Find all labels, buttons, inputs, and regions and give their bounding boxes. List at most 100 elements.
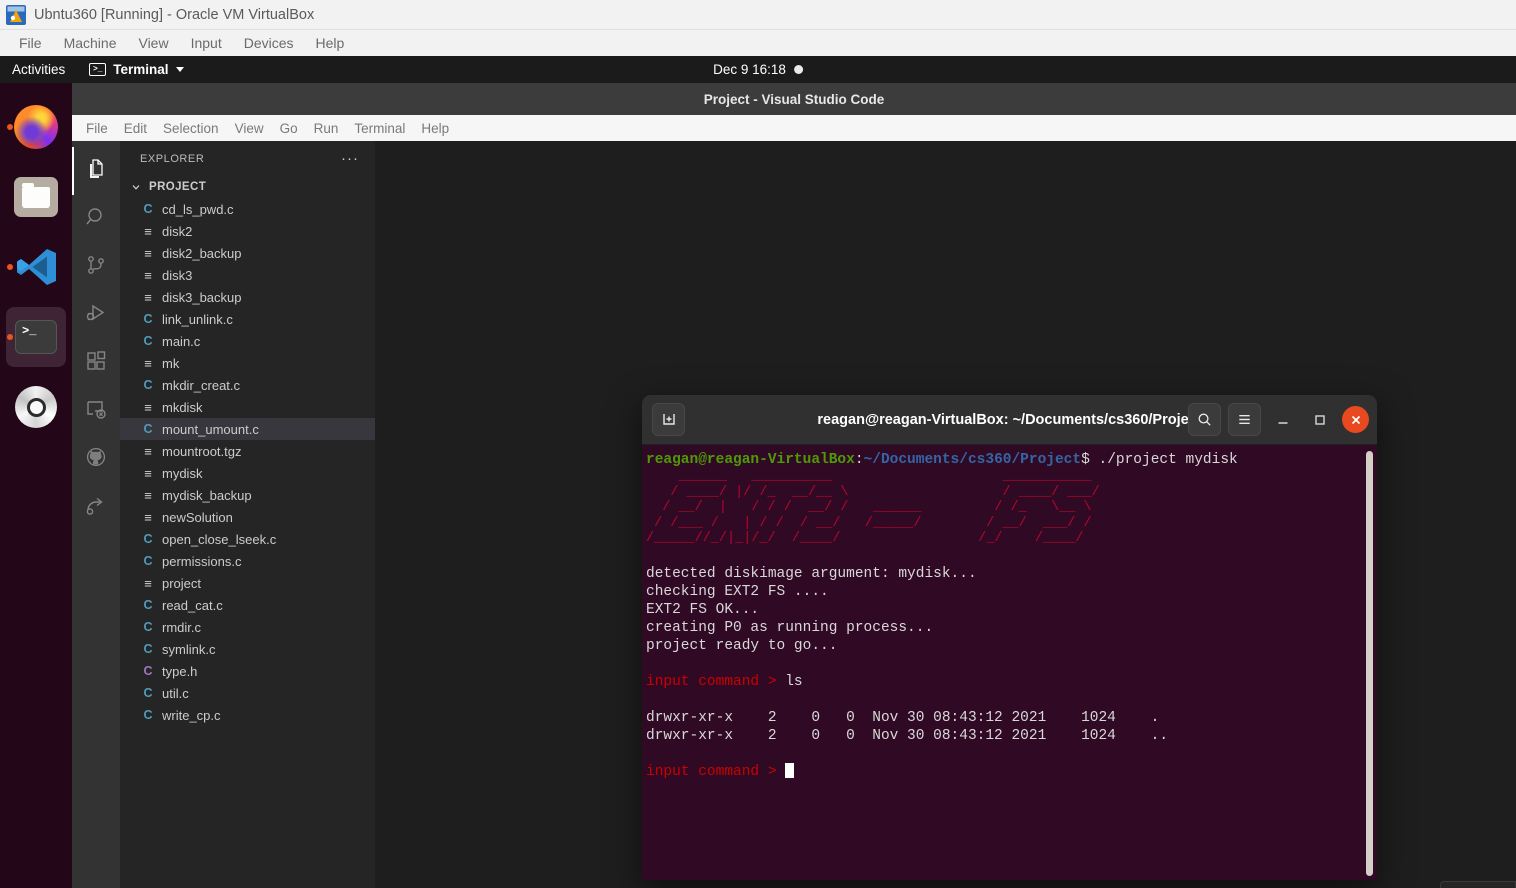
ubuntu-dock: >_ [0,83,72,888]
dock-item-files[interactable] [6,167,66,227]
virtualbox-logo-icon [6,4,26,25]
remote-explorer-icon [84,397,108,426]
explorer-file-item[interactable]: Cmain.c [120,330,375,352]
vscode-sidebar-explorer: EXPLORER ··· PROJECT Ccd_ls_pwd.c ≡ disk2 ≡… [120,141,375,888]
explorer-file-item[interactable]: Ccd_ls_pwd.c [120,198,375,220]
vbox-menu-view[interactable]: View [127,33,179,53]
terminal-search-button[interactable] [1188,403,1221,436]
explorer-file-item[interactable]: Cread_cat.c [120,594,375,616]
explorer-file-item[interactable]: Cmkdir_creat.c [120,374,375,396]
activitybar-item-explorer[interactable] [72,147,120,195]
vscode-menu-edit[interactable]: Edit [116,119,155,138]
vscode-menu-file[interactable]: File [78,119,116,138]
explorer-file-item[interactable]: ≡ mountroot.tgz [120,440,375,462]
terminal-icon: >_ [15,320,57,354]
explorer-file-item[interactable]: Cpermissions.c [120,550,375,572]
explorer-root-folder[interactable]: PROJECT [120,176,375,198]
run-debug-icon [84,301,108,330]
terminal-scrollbar[interactable] [1366,451,1373,876]
github-icon [84,445,108,474]
running-indicator-icon [7,264,13,270]
terminal-icon: >_ [89,63,107,76]
terminal-minimize-button[interactable] [1268,405,1298,435]
explorer-file-item[interactable]: ≡ disk2_backup [120,242,375,264]
explorer-file-label: main.c [162,333,201,349]
vscode-menu-terminal[interactable]: Terminal [346,119,413,138]
vbox-menu-machine[interactable]: Machine [53,33,128,53]
explorer-header: EXPLORER ··· [140,149,359,167]
app-menu-terminal[interactable]: >_ Terminal [79,62,193,77]
explorer-file-item[interactable]: Crmdir.c [120,616,375,638]
terminal-close-button[interactable] [1342,406,1369,433]
terminal-ls-output: drwxr-xr-x 2 0 0 Nov 30 08:43:12 2021 10… [644,709,1377,745]
activitybar-item-search[interactable] [72,195,120,243]
explorer-file-label: rmdir.c [162,619,201,635]
explorer-file-item[interactable]: Csymlink.c [120,638,375,660]
terminal-titlebar[interactable]: reagan@reagan-VirtualBox: ~/Documents/cs… [642,395,1377,445]
explorer-file-item[interactable]: ≡ newSolution [120,506,375,528]
vscode-notification-toast[interactable]: i Insid [1440,881,1516,888]
explorer-file-item[interactable]: ≡ mydisk_backup [120,484,375,506]
explorer-file-label: cd_ls_pwd.c [162,201,234,217]
dock-item-firefox[interactable] [6,97,66,157]
new-tab-button[interactable] [652,403,685,436]
activitybar-item-extensions[interactable] [72,339,120,387]
files-icon [14,177,58,217]
explorer-file-item[interactable]: Clink_unlink.c [120,308,375,330]
dock-item-disc[interactable] [6,377,66,437]
activitybar-item-live-share[interactable] [72,483,120,531]
vscode-menu-run[interactable]: Run [306,119,347,138]
terminal-menu-button[interactable] [1228,403,1261,436]
terminal-maximize-button[interactable] [1305,405,1335,435]
extensions-icon [84,349,108,378]
explorer-file-item[interactable]: ≡ disk2 [120,220,375,242]
gnome-terminal-window: reagan@reagan-VirtualBox: ~/Documents/cs… [642,395,1377,880]
c-file-icon: C [143,422,153,436]
activitybar-item-github[interactable] [72,435,120,483]
vbox-menu-devices[interactable]: Devices [233,33,305,53]
plain-file-icon: ≡ [144,289,152,305]
vscode-menu-help[interactable]: Help [413,119,457,138]
vscode-menu-go[interactable]: Go [272,119,306,138]
explorer-file-item[interactable]: ≡ mk [120,352,375,374]
dock-item-terminal[interactable]: >_ [6,307,66,367]
app-menu-label: Terminal [113,62,169,77]
explorer-file-label: symlink.c [162,641,216,657]
explorer-file-item[interactable]: Cutil.c [120,682,375,704]
terminal-input-command-line: input command > ls [644,673,1377,691]
explorer-file-item[interactable]: Ctype.h [120,660,375,682]
vbox-menu-file[interactable]: File [8,33,53,53]
vscode-menu-selection[interactable]: Selection [155,119,227,138]
terminal-output-line: creating P0 as running process... [646,619,934,636]
plain-file-icon: ≡ [144,509,152,525]
explorer-file-item[interactable]: Cmount_umount.c [120,418,375,440]
explorer-file-label: open_close_lseek.c [162,531,277,547]
activities-button[interactable]: Activities [0,62,79,77]
running-indicator-icon [7,334,13,340]
dock-item-vscode[interactable] [6,237,66,297]
explorer-file-item[interactable]: ≡ disk3 [120,264,375,286]
explorer-file-item[interactable]: ≡ project [120,572,375,594]
vbox-menu-help[interactable]: Help [305,33,356,53]
activitybar-item-remote-explorer[interactable] [72,387,120,435]
terminal-screen[interactable]: reagan@reagan-VirtualBox:~/Documents/cs3… [642,445,1377,880]
prompt-user-host: reagan@reagan-VirtualBox [646,452,855,468]
text-cursor [785,762,795,778]
panel-clock[interactable]: Dec 9 16:18 [713,62,803,77]
explorer-file-item[interactable]: Cwrite_cp.c [120,704,375,726]
c-file-icon: C [143,532,153,546]
explorer-file-item[interactable]: ≡ disk3_backup [120,286,375,308]
explorer-file-label: mkdisk [162,399,203,415]
explorer-file-item[interactable]: ≡ mkdisk [120,396,375,418]
activitybar-item-source-control[interactable] [72,243,120,291]
activitybar-item-run-debug[interactable] [72,291,120,339]
vscode-menu-view[interactable]: View [227,119,272,138]
explorer-file-item[interactable]: Copen_close_lseek.c [120,528,375,550]
terminal-active-prompt-line[interactable]: input command > [644,762,1377,781]
chevron-down-icon [128,179,144,195]
vbox-menu-input[interactable]: Input [180,33,233,53]
c-file-icon: C [143,686,153,700]
terminal-ascii-banner: ______ __________ ___________ / ____/ |/… [646,469,1100,546]
c-file-icon: C [143,620,153,634]
explorer-file-item[interactable]: ≡ mydisk [120,462,375,484]
